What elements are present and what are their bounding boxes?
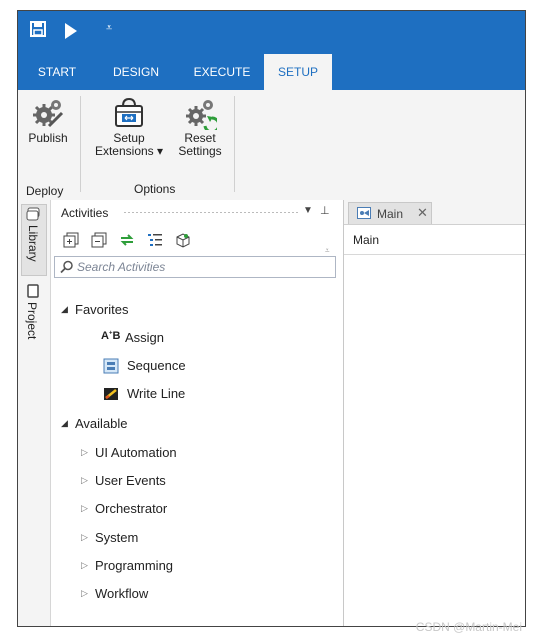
run-icon[interactable]: [65, 23, 77, 39]
category-label: System: [95, 530, 139, 545]
write-line-icon: [104, 388, 118, 400]
reset-gears-icon: [186, 100, 217, 130]
collapsed-arrow-icon[interactable]: ▷: [81, 560, 88, 571]
breadcrumb: Main: [344, 224, 525, 255]
category-label: User Events: [95, 473, 166, 488]
activities-panel: Activities ▼ ⊥ ⩡ Search Activities ◢ Fav…: [51, 200, 344, 626]
collapsed-arrow-icon[interactable]: ▷: [81, 532, 88, 543]
toolbar-overflow-icon[interactable]: ⩡: [325, 246, 330, 256]
category-label: Orchestrator: [95, 501, 168, 516]
save-icon[interactable]: [30, 21, 46, 37]
tab-start[interactable]: START: [26, 54, 88, 90]
gears-icon: [33, 100, 64, 128]
assign-icon: A+B: [101, 330, 121, 342]
project-label: Project: [25, 302, 39, 340]
activity-label: Assign: [125, 330, 165, 345]
tab-execute[interactable]: EXECUTE: [182, 54, 262, 90]
ribbon: Publish Deploy Setup Extensions ▾ Reset …: [18, 90, 525, 201]
expand-arrow-icon[interactable]: ◢: [61, 304, 68, 315]
list-view-icon[interactable]: [147, 232, 163, 248]
library-icon: [26, 207, 40, 221]
activities-header: Activities ▼ ⊥: [51, 200, 343, 224]
group-separator: [234, 96, 235, 192]
watermark: CSDN @Martin-Mei: [415, 620, 522, 634]
reset-settings-label-2: Settings: [178, 144, 222, 158]
title-bar: ⩡: [18, 11, 525, 54]
collapsed-arrow-icon[interactable]: ▷: [81, 475, 88, 486]
close-icon[interactable]: ✕: [417, 205, 428, 221]
publish-button[interactable]: Publish: [24, 96, 72, 145]
group-label-deploy: Deploy: [26, 184, 64, 198]
reset-settings-button[interactable]: Reset Settings: [170, 96, 230, 158]
available-label: Available: [75, 416, 128, 431]
collapse-all-icon[interactable]: [91, 232, 107, 248]
activity-label: Write Line: [127, 386, 186, 401]
document-tab-label: Main: [377, 207, 404, 221]
category-label: UI Automation: [95, 445, 177, 460]
document-tabs: Main ✕: [344, 200, 525, 225]
favorites-label: Favorites: [75, 302, 129, 317]
category-label: Programming: [95, 558, 174, 573]
tab-setup[interactable]: SETUP: [264, 54, 332, 90]
tab-design[interactable]: DESIGN: [100, 54, 172, 90]
search-activities-input[interactable]: [77, 258, 332, 276]
project-icon: [27, 284, 39, 298]
toolbox-icon: [115, 97, 143, 127]
manage-packages-icon[interactable]: [175, 232, 191, 248]
group-label-options: Options: [134, 182, 176, 196]
setup-extensions-label-2: Extensions ▾: [94, 144, 164, 158]
search-icon: [60, 260, 73, 274]
quick-access-dropdown-icon[interactable]: ⩡: [106, 22, 112, 35]
group-separator: [80, 96, 81, 192]
designer-area: Main ✕ Main: [344, 200, 525, 626]
category-label: Workflow: [95, 586, 149, 601]
activities-toolbar: ⩡: [51, 224, 343, 256]
pin-icon[interactable]: ⊥: [320, 204, 330, 217]
expand-arrow-icon[interactable]: ◢: [61, 418, 68, 429]
breadcrumb-item[interactable]: Main: [353, 233, 379, 247]
library-tab[interactable]: Library: [21, 204, 47, 276]
collapsed-arrow-icon[interactable]: ▷: [81, 447, 88, 458]
header-grip: [123, 211, 298, 214]
workflow-file-icon: [357, 207, 371, 219]
collapsed-arrow-icon[interactable]: ▷: [81, 503, 88, 514]
publish-label: Publish: [28, 131, 68, 145]
collapsed-arrow-icon[interactable]: ▷: [81, 588, 88, 599]
sequence-icon: [103, 358, 119, 374]
project-tab[interactable]: Project: [21, 282, 45, 352]
expand-all-icon[interactable]: [63, 232, 79, 248]
setup-extensions-button[interactable]: Setup Extensions ▾: [90, 96, 168, 158]
ribbon-tabs: START DESIGN EXECUTE SETUP: [18, 54, 525, 90]
activities-title: Activities: [61, 206, 109, 220]
refresh-icon[interactable]: [119, 232, 135, 248]
studio-window: ⩡ START DESIGN EXECUTE SETUP Publish Dep…: [17, 10, 526, 627]
document-tab-main[interactable]: Main ✕: [348, 202, 432, 224]
panel-menu-icon[interactable]: ▼: [303, 205, 313, 216]
search-box: [54, 256, 336, 278]
library-label: Library: [26, 225, 40, 262]
activity-label: Sequence: [127, 358, 186, 373]
side-panel-strip: Library Project: [18, 200, 51, 626]
